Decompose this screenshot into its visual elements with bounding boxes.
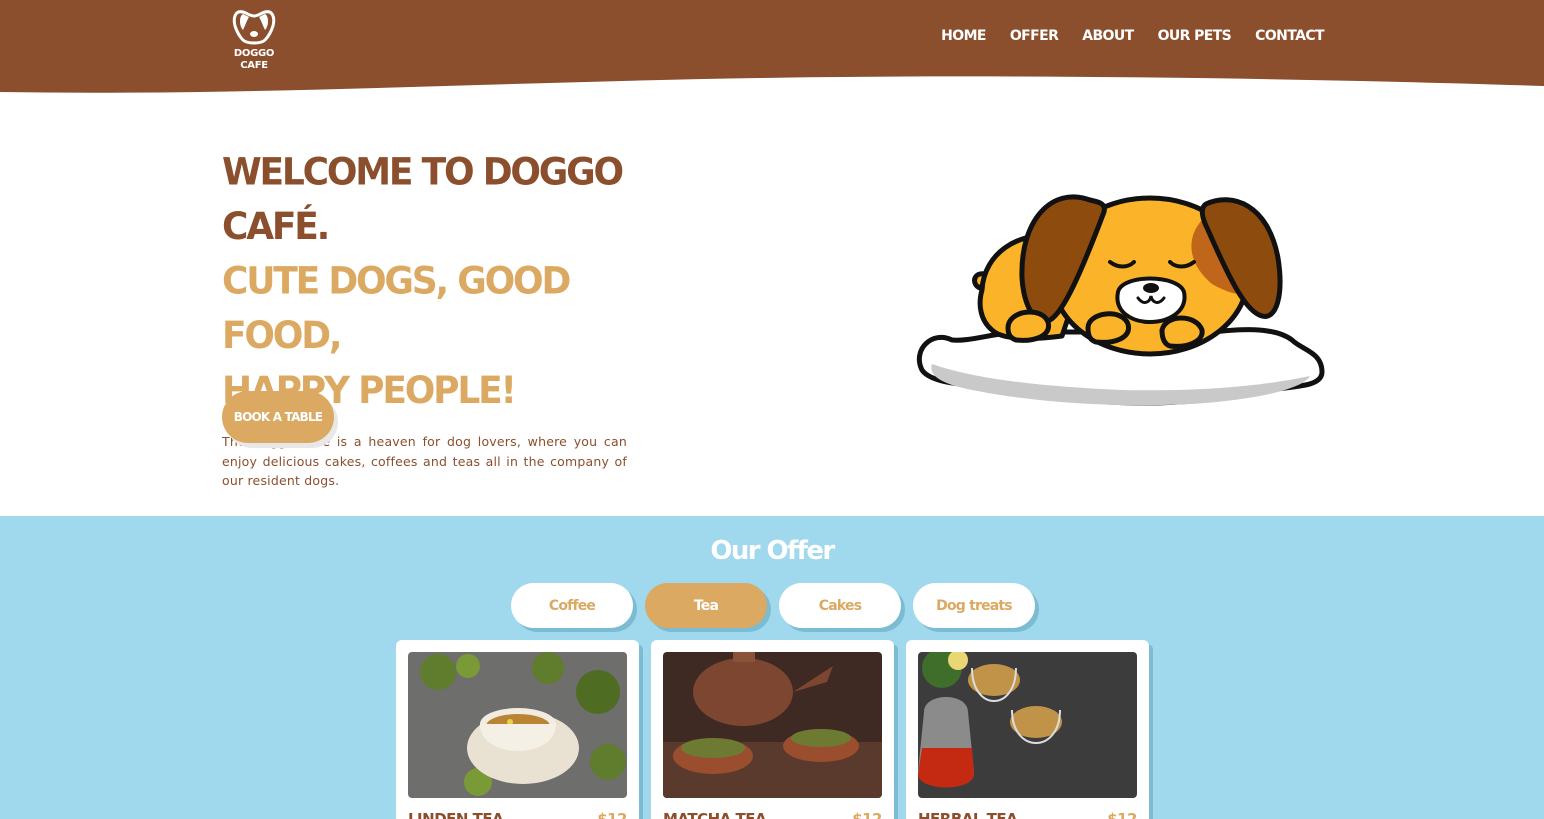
matcha-tea-photo (663, 652, 882, 798)
tab-dog-treats[interactable]: Dog treats (913, 583, 1035, 628)
site-logo[interactable]: DOGGO CAFE (222, 8, 286, 71)
hero-section: WELCOME TO DOGGO CAFÉ. CUTE DOGS, GOOD F… (222, 151, 642, 491)
logo-text: DOGGO CAFE (233, 48, 275, 71)
main-nav: HOME OFFER ABOUT OUR PETS CONTACT (941, 28, 1324, 44)
tab-cakes[interactable]: Cakes (779, 583, 901, 628)
card-price: $12 (852, 810, 882, 819)
nav-contact[interactable]: CONTACT (1255, 28, 1324, 44)
book-table-button[interactable]: BOOK A TABLE (222, 391, 334, 443)
hero-title-line2: CUTE DOGS, GOOD FOOD, (222, 259, 571, 358)
offer-card-linden-tea[interactable]: LINDEN TEA $12 (396, 640, 639, 819)
nav-about[interactable]: ABOUT (1082, 28, 1134, 44)
offer-cards: LINDEN TEA $12 MATCHA TEA $12 HERBAL TEA… (396, 640, 1149, 819)
herbal-tea-photo (918, 652, 1137, 798)
herbal-tea-glass-icon (918, 652, 1137, 798)
offer-section: Our Offer Coffee Tea Cakes Dog treats LI… (0, 516, 1544, 819)
tab-coffee[interactable]: Coffee (511, 583, 633, 628)
tab-tea[interactable]: Tea (645, 583, 767, 628)
offer-card-matcha-tea[interactable]: MATCHA TEA $12 (651, 640, 894, 819)
card-price: $12 (1107, 810, 1137, 819)
linden-tea-photo (408, 652, 627, 798)
card-price: $12 (597, 810, 627, 819)
linden-tea-cup-icon (408, 652, 627, 798)
card-title: MATCHA TEA (663, 810, 767, 819)
offer-heading: Our Offer (710, 536, 835, 566)
nav-home[interactable]: HOME (941, 28, 986, 44)
offer-tabs: Coffee Tea Cakes Dog treats (511, 583, 1035, 628)
card-title: LINDEN TEA (408, 810, 504, 819)
dog-face-logo-icon (232, 10, 276, 45)
hero-title-line1: WELCOME TO DOGGO CAFÉ. (222, 150, 624, 249)
nav-our-pets[interactable]: OUR PETS (1158, 28, 1232, 44)
matcha-teapot-icon (663, 652, 882, 798)
site-header: DOGGO CAFE HOME OFFER ABOUT OUR PETS CON… (0, 0, 1544, 96)
card-title: HERBAL TEA (918, 810, 1018, 819)
hero-title: WELCOME TO DOGGO CAFÉ. CUTE DOGS, GOOD F… (222, 146, 642, 419)
sleeping-puppy-icon (916, 194, 1325, 406)
nav-offer[interactable]: OFFER (1010, 28, 1059, 44)
offer-card-herbal-tea[interactable]: HERBAL TEA $12 (906, 640, 1149, 819)
